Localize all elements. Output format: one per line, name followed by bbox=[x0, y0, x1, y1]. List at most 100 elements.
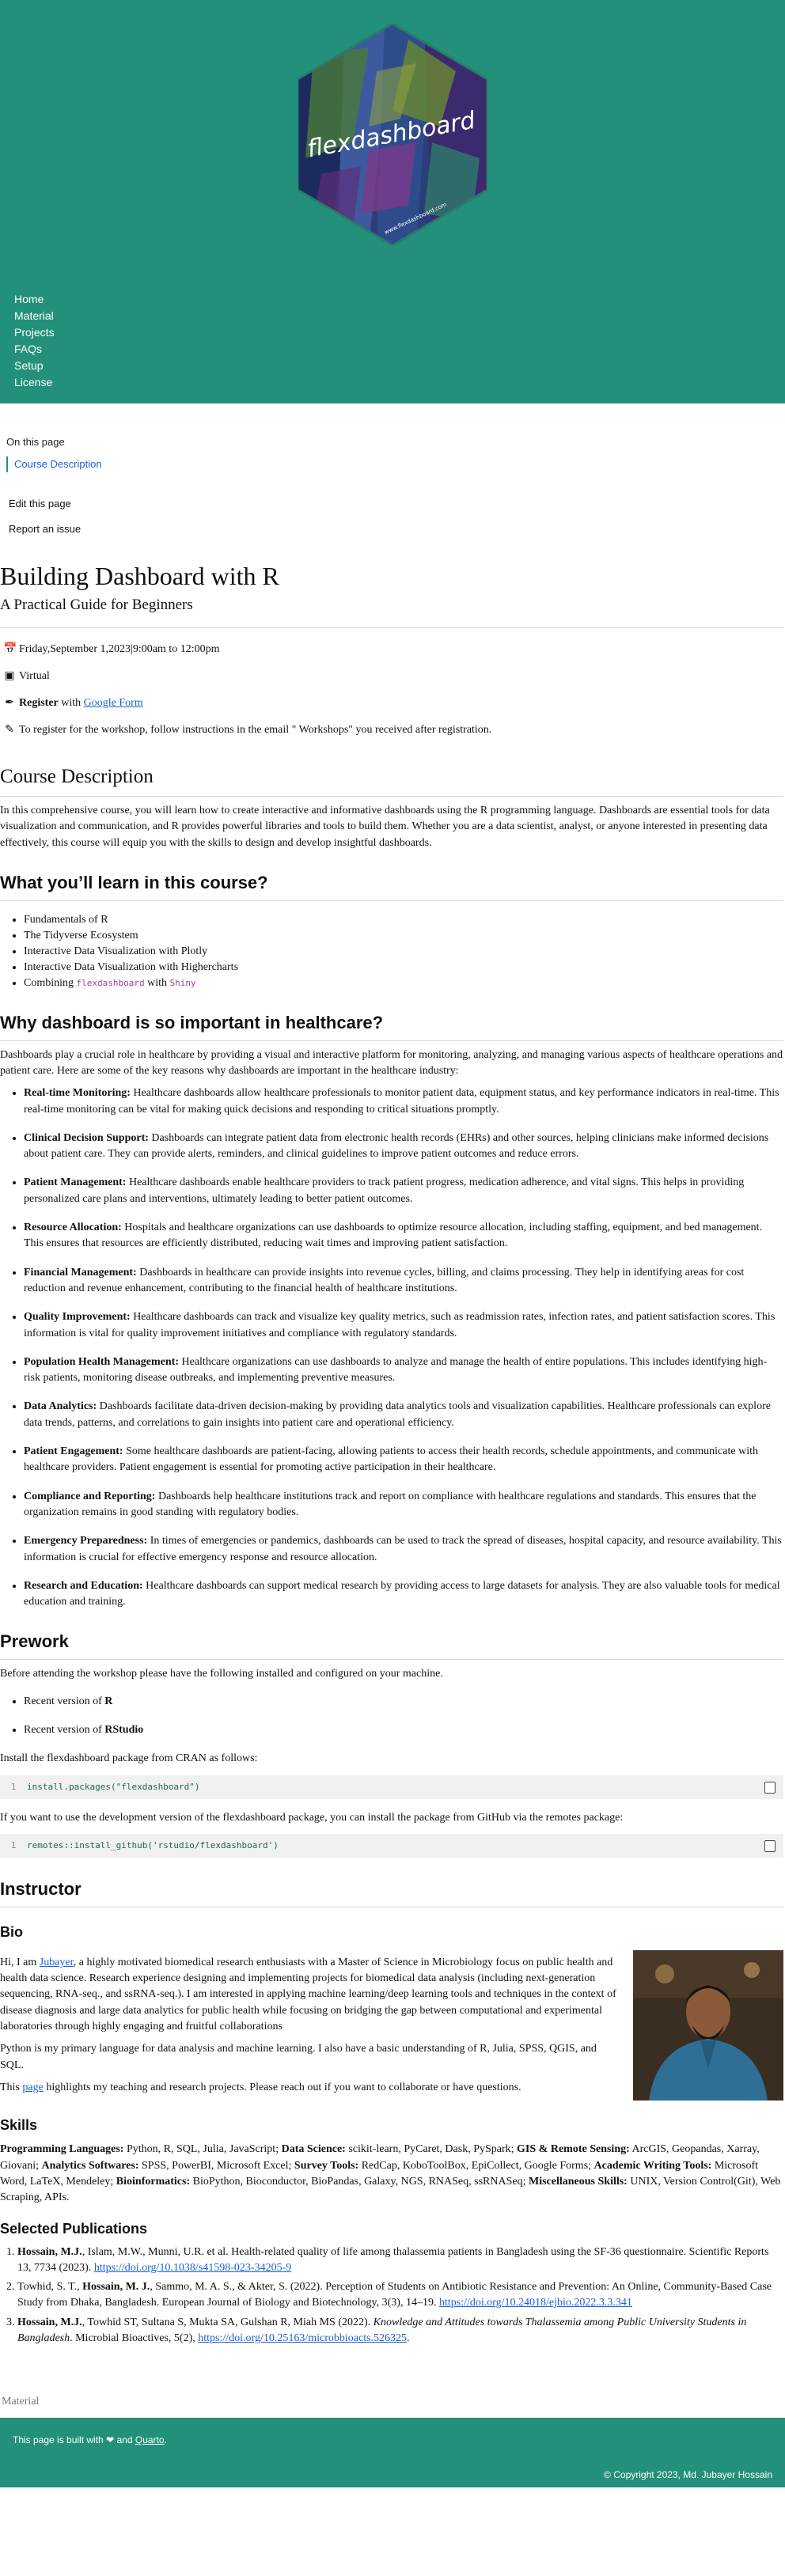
line-number: 1 bbox=[10, 1781, 17, 1792]
point-text: Healthcare dashboards enable healthcare … bbox=[24, 1176, 745, 1205]
prework-list: Recent version of R Recent version of RS… bbox=[0, 1694, 783, 1739]
prework-rstudio: RStudio bbox=[104, 1723, 144, 1736]
footer-and: and bbox=[116, 2434, 133, 2446]
publications-heading: Selected Publications bbox=[0, 2221, 148, 2237]
table-of-contents: On this page Course Description Edit thi… bbox=[0, 403, 785, 542]
pub-doi-link[interactable]: https://doi.org/10.1038/s41598-023-34205… bbox=[94, 2262, 291, 2274]
material-nav-link[interactable]: Material bbox=[0, 2394, 783, 2418]
healthcare-point: Population Health Management: Healthcare… bbox=[24, 1354, 783, 1387]
event-register: ✒ Register with Google Form bbox=[0, 690, 783, 717]
combining-text: Combining bbox=[24, 976, 74, 989]
healthcare-point: Research and Education: Healthcare dashb… bbox=[24, 1578, 783, 1611]
toc-item-course-description[interactable]: Course Description bbox=[6, 456, 785, 472]
why-intro: Dashboards play a crucial role in health… bbox=[0, 1048, 783, 1077]
instructor-photo bbox=[633, 1949, 783, 2101]
healthcare-point: Resource Allocation: Hospitals and healt… bbox=[24, 1220, 783, 1252]
point-text: Some healthcare dashboards are patient-f… bbox=[24, 1445, 758, 1474]
list-item: Fundamentals of R bbox=[24, 912, 783, 928]
code-block-github: 1 remotes::install_github('rstudio/flexd… bbox=[0, 1833, 783, 1858]
page-subtitle: A Practical Guide for Beginners bbox=[0, 597, 193, 614]
main-nav: Home Material Projects FAQs Setup Licens… bbox=[14, 291, 55, 391]
footer-copyright: © Copyright 2023, Md. Jubayer Hossain bbox=[604, 2469, 772, 2481]
nav-item-home[interactable]: Home bbox=[14, 291, 55, 308]
pen-icon: ✒ bbox=[5, 696, 14, 709]
pub-text2: . Microbial Bioactives, 5(2), bbox=[70, 2332, 199, 2345]
pub-doi-link[interactable]: https://doi.org/10.24018/ejbio.2022.3.3.… bbox=[439, 2297, 632, 2309]
skill-label: GIS & Remote Sensing: bbox=[517, 2143, 630, 2156]
flexdashboard-code: flexdashboard bbox=[76, 977, 145, 988]
bio3-post: highlights my teaching and research proj… bbox=[43, 2081, 521, 2093]
publication-item: Hossain, M.J., Towhid ST, Sultana S, Muk… bbox=[17, 2315, 783, 2347]
event-instructions: ✎ To register for the workshop, follow i… bbox=[0, 717, 783, 744]
code-line: remotes::install_github('rstudio/flexdas… bbox=[27, 1839, 279, 1851]
course-description-text: In this comprehensive course, you will l… bbox=[0, 805, 770, 849]
code-line: install.packages("flexdashboard") bbox=[27, 1781, 200, 1792]
skill-label: Bioinformatics: bbox=[116, 2175, 191, 2188]
event-date: 📅 Friday,September 1,2023|9:00am to 12:0… bbox=[0, 636, 783, 663]
register-with: with bbox=[61, 696, 82, 709]
point-text: Healthcare dashboards can track and visu… bbox=[24, 1311, 776, 1339]
flexdashboard-hex-logo[interactable]: flexdashboard www.flexdashboard.com bbox=[296, 22, 489, 247]
prework-r: R bbox=[104, 1695, 113, 1707]
skill-text: BioPython, Bioconductor, BioPandas, Gala… bbox=[190, 2175, 529, 2188]
pub-author: Hossain, M. J. bbox=[82, 2281, 150, 2294]
nav-item-material[interactable]: Material bbox=[14, 308, 55, 324]
point-label: Research and Education: bbox=[24, 1579, 143, 1592]
jubayer-link[interactable]: Jubayer bbox=[40, 1957, 74, 1968]
point-label: Compliance and Reporting: bbox=[24, 1490, 156, 1502]
skill-label: Programming Languages: bbox=[0, 2143, 124, 2156]
bio-paragraph-2: Python is my primary language for data a… bbox=[0, 2043, 597, 2071]
top-navbar: flexdashboard www.flexdashboard.com Home… bbox=[0, 0, 785, 403]
point-label: Financial Management: bbox=[24, 1266, 137, 1279]
point-label: Patient Management: bbox=[24, 1176, 127, 1189]
nav-item-license[interactable]: License bbox=[14, 374, 55, 391]
learn-list: Fundamentals of R The Tidyverse Ecosyste… bbox=[0, 912, 783, 991]
learn-heading: What you’ll learn in this course? bbox=[0, 870, 783, 901]
pub-text: , Towhid ST, Sultana S, Mukta SA, Gulsha… bbox=[82, 2316, 374, 2328]
quarto-link[interactable]: Quarto bbox=[135, 2434, 165, 2445]
healthcare-point: Clinical Decision Support: Dashboards ca… bbox=[24, 1131, 783, 1163]
with-text: with bbox=[147, 976, 167, 989]
bio-heading: Bio bbox=[0, 1923, 23, 1940]
list-item: Recent version of R bbox=[24, 1694, 783, 1710]
point-label: Population Health Management: bbox=[24, 1355, 179, 1368]
toc-heading: On this page bbox=[6, 436, 65, 448]
healthcare-point: Data Analytics: Dashboards facilitate da… bbox=[24, 1399, 783, 1431]
bio-paragraph-3: This page highlights my teaching and res… bbox=[0, 2080, 617, 2096]
healthcare-point: Patient Engagement: Some healthcare dash… bbox=[24, 1444, 783, 1476]
code-block-cran: 1 install.packages("flexdashboard") bbox=[0, 1775, 783, 1799]
pub-doi-link[interactable]: https://doi.org/10.25163/microbbioacts.5… bbox=[198, 2332, 407, 2344]
google-form-link[interactable]: Google Form bbox=[84, 690, 143, 717]
healthcare-point: Financial Management: Dashboards in heal… bbox=[24, 1265, 783, 1297]
report-issue-link[interactable]: Report an issue bbox=[9, 517, 785, 542]
bio-paragraph: Hi, I am Jubayer, a highly motivated bio… bbox=[0, 1955, 617, 2035]
event-mode-text: Virtual bbox=[19, 669, 50, 682]
page-link[interactable]: page bbox=[22, 2082, 43, 2093]
healthcare-points-list: Real-time Monitoring: Healthcare dashboa… bbox=[0, 1085, 783, 1610]
event-date-text: Friday,September 1,2023|9:00am to 12:00p… bbox=[19, 642, 220, 655]
copy-icon[interactable] bbox=[764, 1839, 776, 1852]
publication-item: Towhid, S. T., Hossain, M. J., Sammo, M.… bbox=[17, 2279, 783, 2312]
line-number: 1 bbox=[10, 1839, 17, 1851]
nav-item-faqs[interactable]: FAQs bbox=[14, 341, 55, 358]
nav-item-setup[interactable]: Setup bbox=[14, 358, 55, 374]
edit-page-link[interactable]: Edit this page bbox=[9, 491, 785, 517]
list-item: The Tidyverse Ecosystem bbox=[24, 928, 783, 944]
page-footer: This page is built with ❤ and Quarto. © … bbox=[0, 2418, 785, 2488]
heart-icon: ❤ bbox=[106, 2434, 115, 2446]
prework-intro: Before attending the workshop please hav… bbox=[0, 1668, 443, 1680]
skill-label: Data Science: bbox=[281, 2143, 346, 2156]
point-text: Dashboards facilitate data-driven decisi… bbox=[24, 1400, 771, 1429]
healthcare-point: Patient Management: Healthcare dashboard… bbox=[24, 1175, 783, 1207]
copy-icon[interactable] bbox=[764, 1781, 776, 1794]
healthcare-point: Compliance and Reporting: Dashboards hel… bbox=[24, 1489, 783, 1521]
instructor-heading: Instructor bbox=[0, 1877, 783, 1907]
point-label: Clinical Decision Support: bbox=[24, 1131, 149, 1144]
nav-item-projects[interactable]: Projects bbox=[14, 324, 55, 341]
instructions-text: To register for the workshop, follow ins… bbox=[19, 723, 492, 736]
bio-post: , a highly motivated biomedical research… bbox=[0, 1956, 616, 2032]
point-label: Emergency Preparedness: bbox=[24, 1535, 148, 1547]
why-heading: Why dashboard is so important in healthc… bbox=[0, 1010, 783, 1041]
list-item: Recent version of RStudio bbox=[24, 1722, 783, 1738]
point-label: Quality Improvement: bbox=[24, 1311, 131, 1324]
